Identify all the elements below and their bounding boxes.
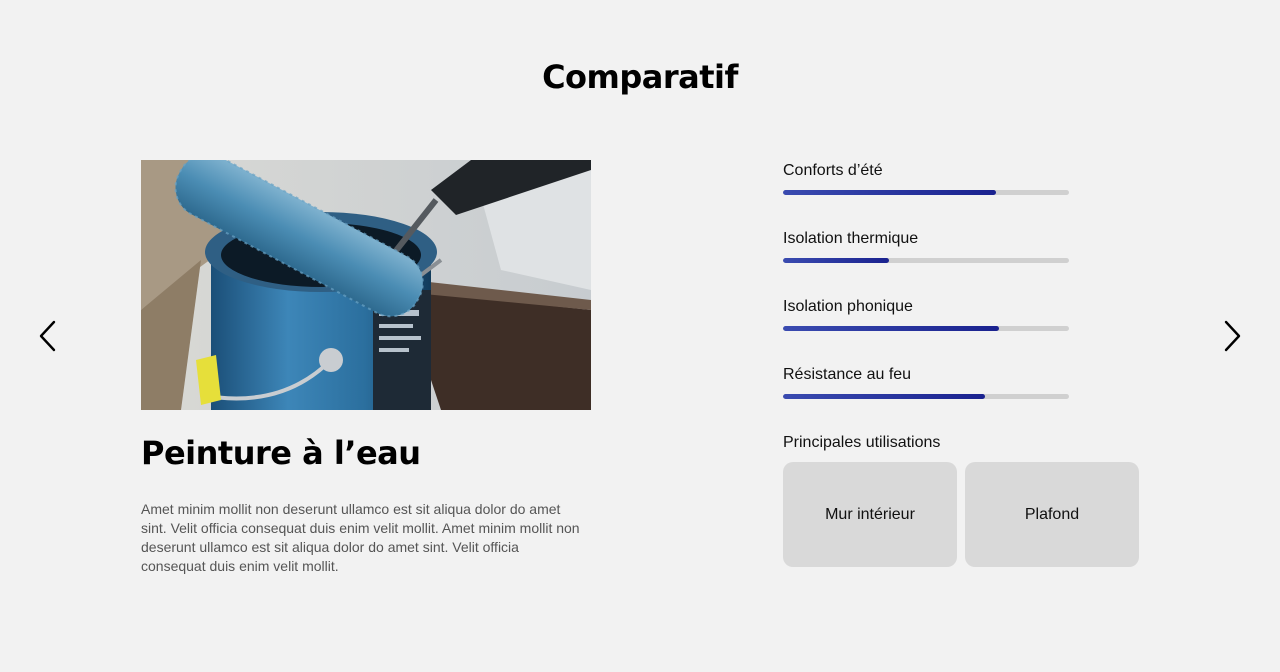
chevron-right-icon [1224, 320, 1241, 352]
rating-bar [783, 190, 1069, 195]
product-description: Amet minim mollit non deserunt ullamco e… [141, 501, 580, 574]
usage-card-plafond[interactable]: Plafond [965, 462, 1139, 567]
rating-bar [783, 326, 1069, 331]
rating-bar-fill [783, 394, 985, 399]
usage-heading: Principales utilisations [783, 434, 941, 451]
page-title: Comparatif [542, 58, 738, 96]
rating-bar-fill [783, 258, 889, 263]
rating-label: Résistance au feu [783, 366, 912, 383]
rating-resistance-feu: Résistance au feu [783, 364, 1083, 432]
rating-bar [783, 258, 1069, 263]
ratings-list: Conforts d’été Isolation thermique Isola… [783, 160, 1083, 432]
rating-isolation-phonique: Isolation phonique [783, 296, 1083, 364]
rating-label: Isolation phonique [783, 298, 913, 315]
rating-isolation-thermique: Isolation thermique [783, 228, 1083, 296]
chevron-left-icon [39, 320, 56, 352]
next-button[interactable] [1214, 318, 1250, 354]
usage-card-mur-interieur[interactable]: Mur intérieur [783, 462, 957, 567]
product-name: Peinture à l’eau [141, 434, 421, 472]
rating-label: Conforts d’été [783, 162, 883, 179]
rating-bar-fill [783, 326, 999, 331]
rating-label: Isolation thermique [783, 230, 919, 247]
rating-conforts-ete: Conforts d’été [783, 160, 1083, 228]
rating-bar [783, 394, 1069, 399]
rating-bar-fill [783, 190, 997, 195]
previous-button[interactable] [30, 318, 66, 354]
product-image [141, 160, 591, 410]
usage-list: Mur intérieur Plafond [783, 462, 1139, 567]
